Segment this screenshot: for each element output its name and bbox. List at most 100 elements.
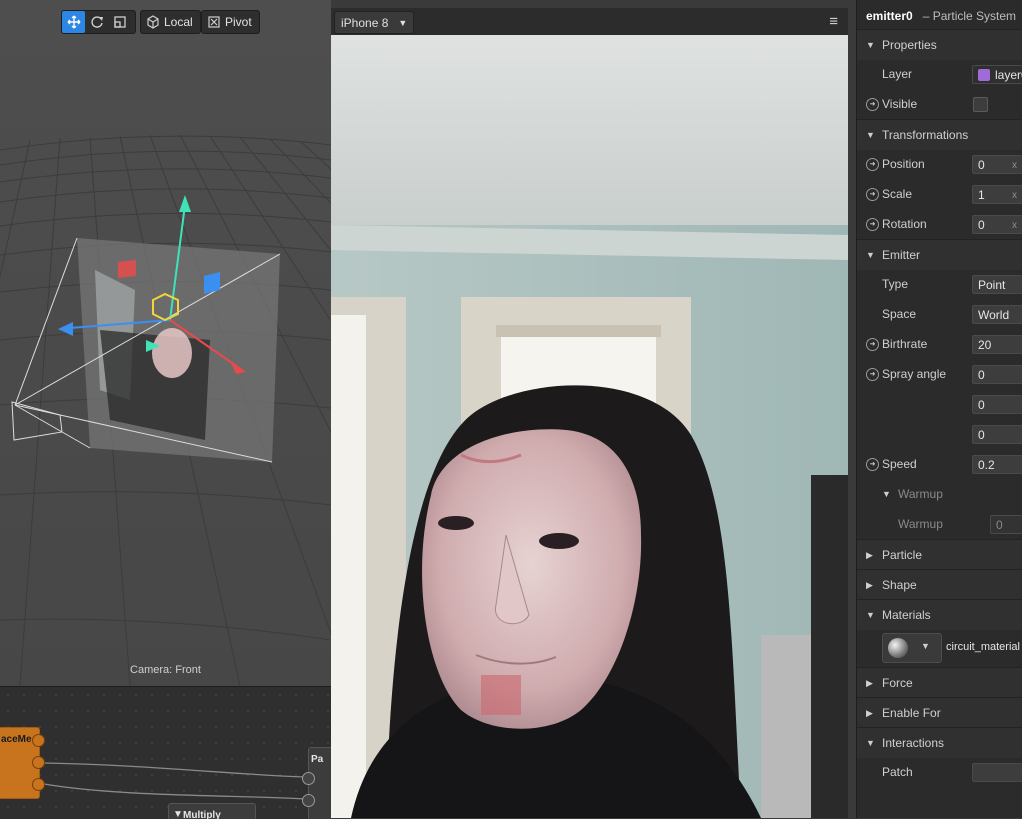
layer-value: layer0 [995, 67, 1022, 82]
section-transformations[interactable]: ▼ Transformations [857, 119, 1022, 150]
pivot-label: Pivot [225, 15, 252, 29]
section-particle[interactable]: ▶ Particle [857, 539, 1022, 570]
transform-toolbar [61, 10, 136, 34]
node-input-port[interactable] [302, 794, 315, 807]
birthrate-row: ➜ Birthrate 20 [857, 329, 1022, 359]
local-label: Local [164, 15, 193, 29]
facetracker-node-label: aceMe [1, 734, 32, 745]
scene-3d-view [0, 0, 331, 686]
warmup-subsection[interactable]: ▼ Warmup [857, 479, 1022, 509]
axis-x-label: x [1012, 219, 1017, 231]
device-select[interactable]: iPhone 8 ▼ [334, 11, 415, 34]
warmup-label: Warmup [898, 517, 943, 531]
type-select[interactable]: Point [972, 274, 1022, 294]
device-name: iPhone 8 [341, 15, 389, 30]
section-force-label: Force [882, 676, 913, 690]
scale-icon[interactable] [108, 11, 131, 33]
patch-connect-icon[interactable]: ➜ [866, 337, 879, 351]
scale-x-field[interactable]: 1x [972, 184, 1022, 204]
speed-field[interactable]: 0.2 [972, 454, 1022, 474]
spray-angle-y-field[interactable]: 0 [972, 394, 1022, 414]
warmup-section-label: Warmup [898, 487, 943, 501]
pivot-icon [202, 11, 225, 33]
layer-color-swatch [978, 69, 990, 82]
speed-row: ➜ Speed 0.2 [857, 449, 1022, 479]
birthrate-field[interactable]: 20 [972, 334, 1022, 354]
scene-viewport[interactable]: Local Pivot Camera: Front [0, 0, 331, 686]
hamburger-icon[interactable]: ≡ [829, 13, 838, 30]
multiply-node[interactable]: ▼ Multiply [168, 803, 256, 819]
inspector-panel: emitter0 – Particle System ▼ Properties … [856, 0, 1022, 818]
pivot-button[interactable]: Pivot [201, 10, 260, 34]
collapse-triangle-icon: ▶ [866, 677, 873, 688]
rotation-label: Rotation [882, 217, 927, 231]
speed-label: Speed [882, 457, 917, 471]
rotation-x-value: 0 [978, 217, 985, 232]
patch-connect-icon[interactable]: ➜ [866, 217, 879, 231]
spray-angle-label: Spray angle [882, 367, 947, 381]
patch-connect-icon[interactable]: ➜ [866, 157, 879, 171]
section-interactions[interactable]: ▼ Interactions [857, 727, 1022, 758]
patch-row: Patch [857, 757, 1022, 787]
birthrate-label: Birthrate [882, 337, 928, 351]
spray-angle-x-field[interactable]: 0 [972, 364, 1022, 384]
warmup-row: Warmup 0 [857, 509, 1022, 539]
expand-triangle-icon: ▼ [882, 489, 891, 499]
visible-row: ➜ Visible [857, 89, 1022, 119]
patch-connect-icon[interactable]: ➜ [866, 97, 879, 111]
particle-node-label: Pa [311, 754, 324, 765]
section-emitter[interactable]: ▼ Emitter [857, 239, 1022, 270]
inspector-subtitle: – Particle System [922, 8, 1017, 23]
visible-checkbox[interactable] [973, 96, 988, 112]
patch-connect-icon[interactable]: ➜ [866, 367, 879, 381]
patch-connect-icon[interactable]: ➜ [866, 457, 879, 471]
scale-row: ➜ Scale 1x [857, 179, 1022, 209]
rotation-x-field[interactable]: 0x [972, 214, 1022, 234]
section-emitter-label: Emitter [882, 248, 921, 262]
local-button[interactable]: Local [140, 10, 201, 34]
spray-angle-row: ➜ Spray angle 0 [857, 359, 1022, 389]
space-select[interactable]: World [972, 304, 1022, 324]
warmup-field[interactable]: 0 [990, 514, 1022, 534]
patch-connect-icon[interactable]: ➜ [866, 187, 879, 201]
layer-label: Layer [882, 67, 913, 81]
scale-x-value: 1 [978, 187, 985, 202]
collapse-triangle-icon: ▶ [866, 549, 873, 560]
patch-field[interactable] [972, 762, 1022, 782]
rotate-icon[interactable] [85, 11, 108, 33]
node-output-port[interactable] [32, 734, 45, 747]
rotation-row: ➜ Rotation 0x [857, 209, 1022, 239]
axis-x-label: x [1012, 189, 1017, 201]
layer-row: Layer layer0 [857, 59, 1022, 89]
section-shape[interactable]: ▶ Shape [857, 569, 1022, 600]
node-output-port[interactable] [32, 756, 45, 769]
section-force[interactable]: ▶ Force [857, 667, 1022, 698]
spray-angle-x-value: 0 [978, 367, 985, 382]
material-row: circuit_material [857, 633, 1022, 661]
patch-label: Patch [882, 765, 913, 779]
section-enable-for[interactable]: ▶ Enable For [857, 697, 1022, 728]
section-properties[interactable]: ▼ Properties [857, 29, 1022, 60]
section-materials[interactable]: ▼ Materials [857, 599, 1022, 630]
cube-icon [141, 11, 164, 33]
collapse-triangle-icon: ▶ [866, 579, 873, 590]
layer-select[interactable]: layer0 [972, 64, 1022, 84]
node-output-port[interactable] [32, 778, 45, 791]
spray-angle-y-value: 0 [978, 397, 985, 412]
patch-editor[interactable]: aceMe ▼ Multiply Pa [0, 686, 331, 819]
space-label: Space [882, 307, 917, 321]
space-value: World [978, 307, 1010, 322]
inspector-header: emitter0 – Particle System [857, 0, 1022, 31]
node-input-port[interactable] [302, 772, 315, 785]
material-name[interactable]: circuit_material [946, 641, 1020, 653]
move-arrows-icon[interactable] [62, 11, 85, 33]
spray-angle-z-field[interactable]: 0 [972, 424, 1022, 444]
inspector-title: emitter0 [866, 8, 913, 23]
camera-label: Camera: Front [130, 664, 201, 676]
birthrate-value: 20 [978, 337, 992, 352]
position-x-field[interactable]: 0x [972, 154, 1022, 174]
patch-wires [43, 762, 306, 800]
axis-x-label: x [1012, 159, 1017, 171]
section-transformations-label: Transformations [882, 128, 969, 142]
section-particle-label: Particle [882, 548, 923, 562]
